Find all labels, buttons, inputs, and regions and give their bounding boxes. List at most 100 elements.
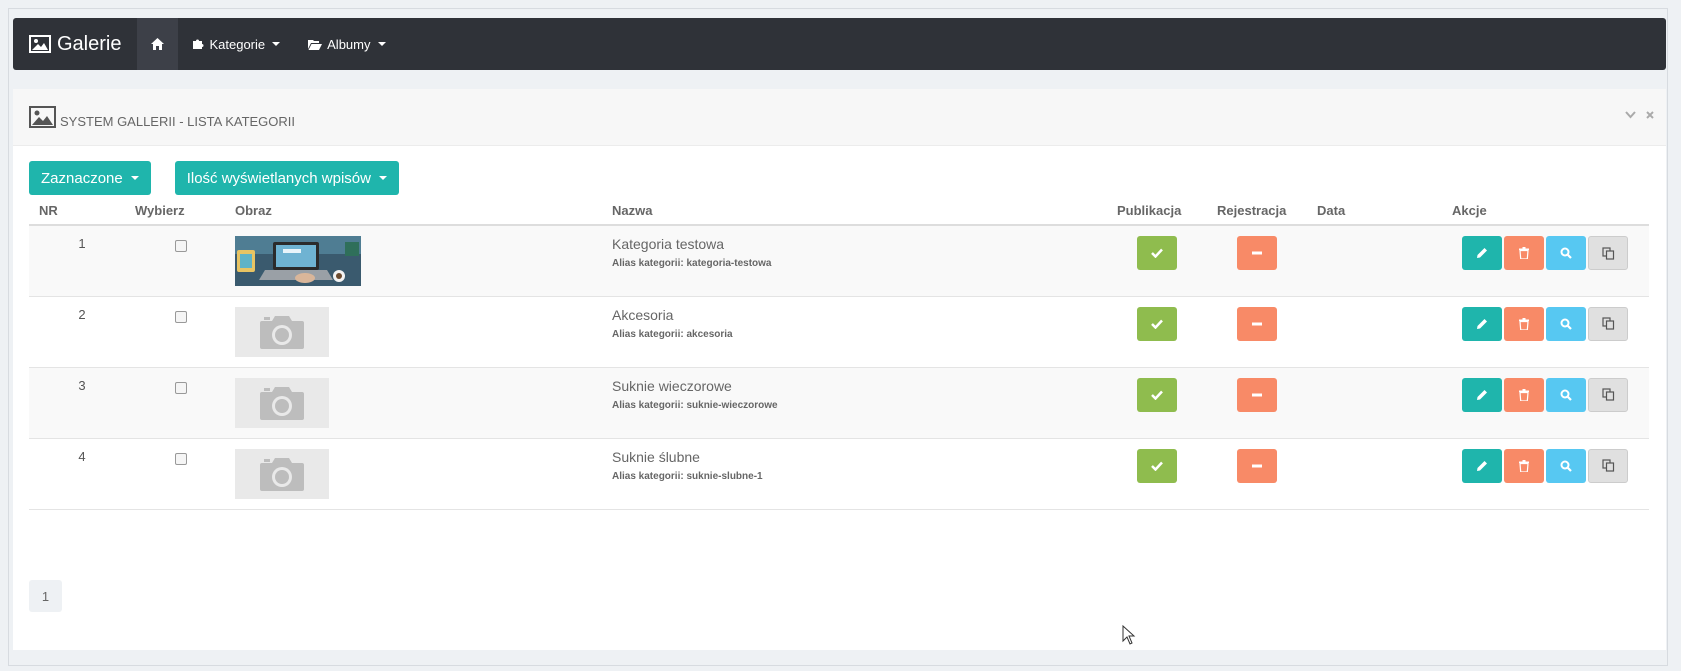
panel-tools xyxy=(1625,107,1654,122)
table-row: 3 Suknie wieczorowe Alias kategorii: suk… xyxy=(29,367,1649,438)
categories-panel: SYSTEM GALLERII - LISTA KATEGORII Zaznac… xyxy=(13,89,1666,650)
copy-icon xyxy=(1601,317,1614,330)
close-icon[interactable] xyxy=(1646,107,1654,122)
row-registration-cell xyxy=(1217,367,1317,438)
puzzle-icon xyxy=(193,39,204,49)
row-date-cell xyxy=(1317,296,1452,367)
delete-button[interactable] xyxy=(1504,377,1544,412)
copy-button[interactable] xyxy=(1588,448,1628,483)
per-page-dropdown-label: Ilość wyświetlanych wpisów xyxy=(186,169,371,187)
row-name-cell: Akcesoria Alias kategorii: akcesoria xyxy=(612,296,1117,367)
brand[interactable]: Galerie xyxy=(13,18,137,70)
view-button[interactable] xyxy=(1546,236,1586,270)
categories-table: NR Wybierz Obraz Nazwa Publikacja Rejest… xyxy=(29,199,1649,510)
registration-toggle-button[interactable] xyxy=(1237,236,1277,270)
row-actions-cell xyxy=(1452,296,1649,367)
row-name-cell: Suknie ślubne Alias kategorii: suknie-sl… xyxy=(612,438,1117,509)
view-button[interactable] xyxy=(1546,306,1586,341)
edit-button[interactable] xyxy=(1462,448,1502,483)
copy-button[interactable] xyxy=(1588,377,1628,412)
caret-down-icon xyxy=(378,176,387,180)
header-nr: NR xyxy=(29,199,135,226)
copy-icon xyxy=(1601,388,1614,401)
category-thumbnail xyxy=(235,236,361,286)
edit-button[interactable] xyxy=(1462,377,1502,412)
row-image-cell xyxy=(235,225,612,296)
minus-icon xyxy=(1252,393,1262,396)
row-checkbox[interactable] xyxy=(175,310,187,323)
row-select-cell xyxy=(135,296,235,367)
header-select: Wybierz xyxy=(135,199,235,226)
check-icon xyxy=(1151,461,1163,471)
mouse-cursor-icon xyxy=(1122,625,1136,645)
row-nr: 1 xyxy=(78,236,86,251)
row-registration-cell xyxy=(1217,225,1317,296)
edit-button[interactable] xyxy=(1462,306,1502,341)
row-publication-cell xyxy=(1117,225,1217,296)
row-publication-cell xyxy=(1117,438,1217,509)
copy-button[interactable] xyxy=(1588,306,1628,341)
per-page-dropdown-button[interactable]: Ilość wyświetlanych wpisów xyxy=(174,161,399,195)
trash-icon xyxy=(1519,459,1529,472)
pencil-icon xyxy=(1477,318,1487,329)
row-checkbox[interactable] xyxy=(175,240,187,252)
trash-icon xyxy=(1519,247,1529,259)
delete-button[interactable] xyxy=(1504,306,1544,341)
camera-icon xyxy=(260,457,304,491)
header-name: Nazwa xyxy=(612,199,1117,226)
publish-toggle-button[interactable] xyxy=(1137,306,1177,341)
delete-button[interactable] xyxy=(1504,236,1544,270)
nav-home[interactable] xyxy=(137,18,179,70)
caret-down-icon xyxy=(377,42,386,46)
placeholder-image xyxy=(235,306,329,357)
category-alias: Alias kategorii: akcesoria xyxy=(612,328,733,340)
edit-button[interactable] xyxy=(1462,236,1502,270)
nav-kategorie[interactable]: Kategorie xyxy=(178,18,294,70)
minus-icon xyxy=(1252,464,1262,467)
category-name: Akcesoria xyxy=(612,306,674,323)
row-checkbox[interactable] xyxy=(175,452,187,465)
nav-albumy-label: Albumy xyxy=(327,36,371,52)
header-publication: Publikacja xyxy=(1117,199,1217,226)
copy-button[interactable] xyxy=(1588,236,1628,270)
nav-kategorie-label: Kategorie xyxy=(209,36,266,52)
row-select-cell xyxy=(135,367,235,438)
row-publication-cell xyxy=(1117,367,1217,438)
trash-icon xyxy=(1519,317,1529,330)
image-icon xyxy=(29,35,51,53)
publish-toggle-button[interactable] xyxy=(1137,377,1177,412)
selected-dropdown-button[interactable]: Zaznaczone xyxy=(29,161,151,195)
publish-toggle-button[interactable] xyxy=(1137,448,1177,483)
view-button[interactable] xyxy=(1546,377,1586,412)
registration-toggle-button[interactable] xyxy=(1237,448,1277,483)
row-nr: 3 xyxy=(78,377,86,393)
row-registration-cell xyxy=(1217,438,1317,509)
toolbar: Zaznaczone Ilość wyświetlanych wpisów xyxy=(29,161,399,195)
folder-open-icon xyxy=(308,39,323,50)
panel-title: SYSTEM GALLERII - LISTA KATEGORII xyxy=(60,113,296,129)
row-image-cell xyxy=(235,296,612,367)
delete-button[interactable] xyxy=(1504,448,1544,483)
publish-toggle-button[interactable] xyxy=(1137,236,1177,270)
row-nr: 2 xyxy=(78,306,86,322)
header-date: Data xyxy=(1317,199,1452,226)
row-checkbox[interactable] xyxy=(175,381,187,394)
row-date-cell xyxy=(1317,438,1452,509)
table-row: 2 Akcesoria Alias kategorii: akcesoria xyxy=(29,296,1649,367)
view-button[interactable] xyxy=(1546,448,1586,483)
collapse-icon[interactable] xyxy=(1625,107,1636,122)
category-name: Suknie wieczorowe xyxy=(612,377,732,394)
registration-toggle-button[interactable] xyxy=(1237,306,1277,341)
header-image: Obraz xyxy=(235,199,612,226)
nav-albumy[interactable]: Albumy xyxy=(294,18,399,70)
pencil-icon xyxy=(1477,460,1487,471)
pencil-icon xyxy=(1477,389,1487,400)
row-name-cell: Kategoria testowa Alias kategorii: kateg… xyxy=(612,225,1117,296)
registration-toggle-button[interactable] xyxy=(1237,377,1277,412)
pagination-page-1[interactable]: 1 xyxy=(29,580,62,612)
row-actions-cell xyxy=(1452,438,1649,509)
search-icon xyxy=(1560,460,1572,472)
trash-icon xyxy=(1519,388,1529,401)
minus-icon xyxy=(1252,322,1262,325)
row-select-cell xyxy=(135,225,235,296)
